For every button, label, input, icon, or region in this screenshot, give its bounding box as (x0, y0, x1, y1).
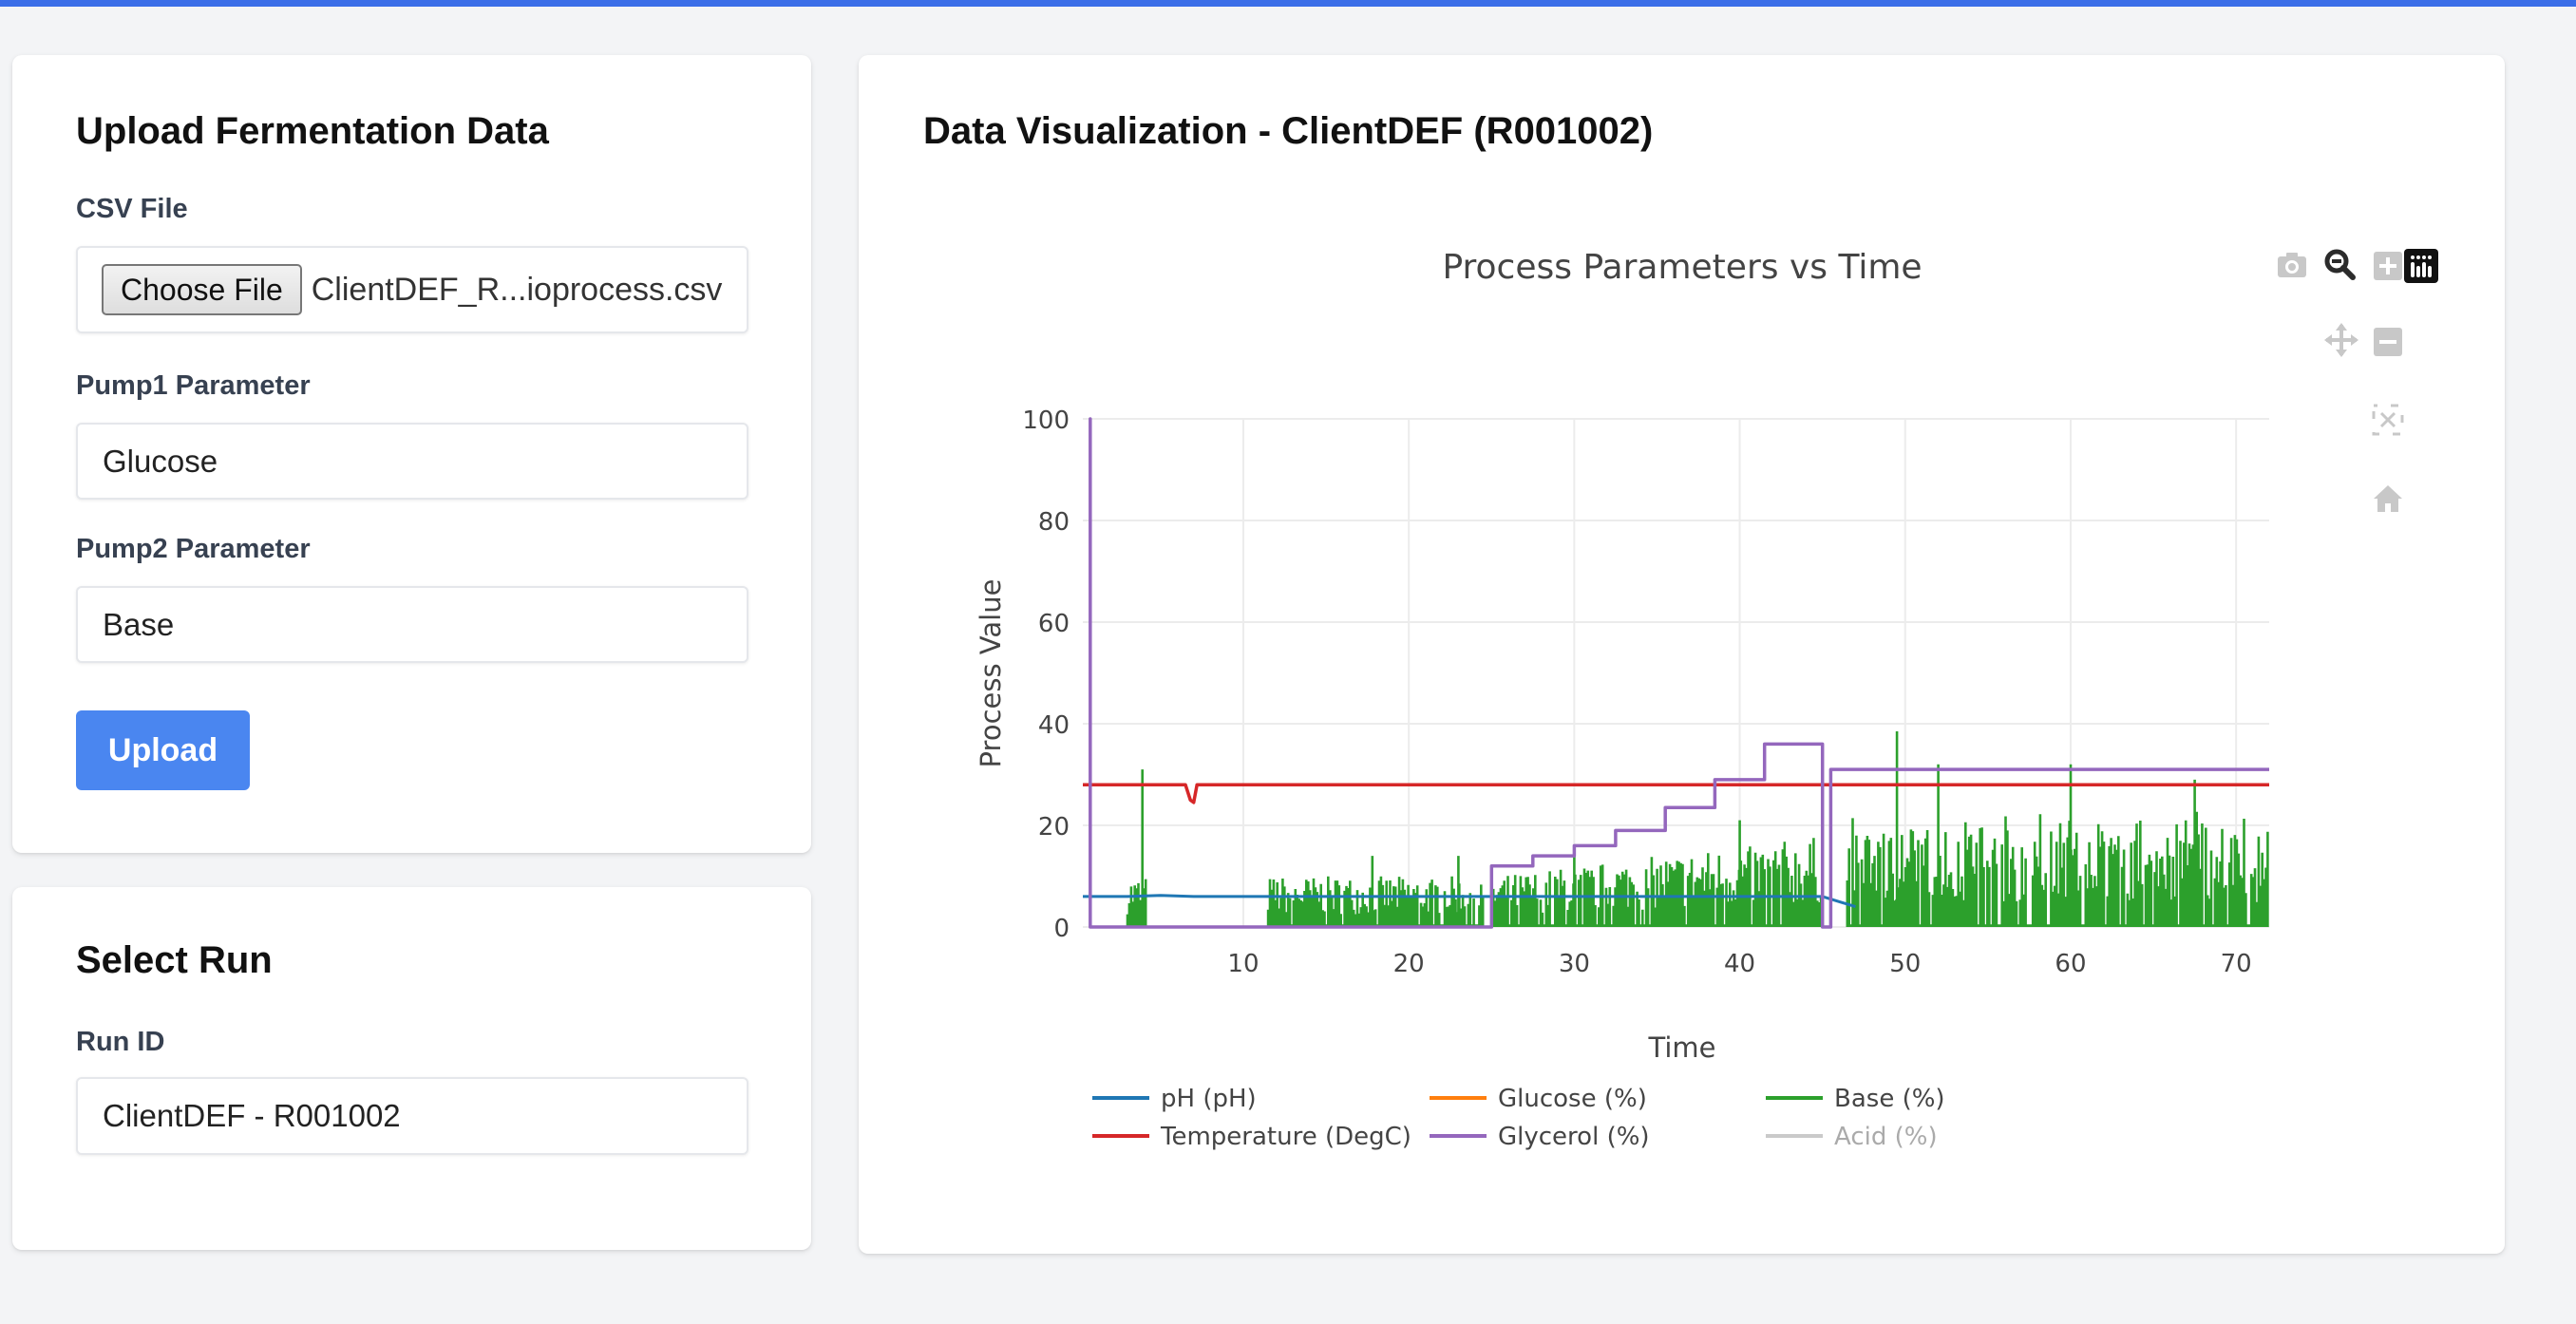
pump1-label: Pump1 Parameter (76, 370, 311, 401)
legend-label: Acid (%) (1834, 1123, 1938, 1151)
legend-label: Glucose (%) (1498, 1085, 1647, 1113)
legend-item[interactable]: pH (pH) (1092, 1085, 1257, 1113)
autoscale-icon[interactable] (2372, 404, 2404, 436)
select-run-card: Select Run Run ID ClientDEF - R001002 (12, 887, 811, 1250)
legend-label: Base (%) (1834, 1085, 1945, 1113)
csv-file-label: CSV File (76, 194, 188, 224)
pump2-input[interactable]: Base (76, 586, 748, 663)
pump2-label: Pump2 Parameter (76, 534, 311, 564)
chart-title: Process Parameters vs Time (1442, 248, 1922, 287)
legend-item[interactable]: Acid (%) (1766, 1123, 1938, 1151)
x-axis-ticks: 10 20 30 40 50 60 70 (1227, 950, 2251, 978)
legend-label: Temperature (DegC) (1160, 1123, 1411, 1151)
upload-card-title: Upload Fermentation Data (76, 110, 549, 152)
x-tick-label: 60 (2055, 950, 2086, 978)
selected-file-name: ClientDEF_R...ioprocess.csv (311, 271, 723, 308)
upload-card: Upload Fermentation Data CSV File Choose… (12, 55, 811, 853)
visualization-title: Data Visualization - ClientDEF (R001002) (923, 110, 1654, 152)
legend-label: pH (pH) (1161, 1085, 1257, 1113)
series-glycerol (1089, 417, 2269, 929)
top-accent-bar (0, 0, 2576, 7)
legend-label: Glycerol (%) (1498, 1123, 1650, 1151)
y-tick-label: 40 (1038, 711, 1070, 740)
chart-gridlines (1083, 418, 2269, 928)
process-chart[interactable]: Process Parameters vs Time 020406080100 … (859, 203, 2505, 1210)
series-temperature (1083, 783, 2269, 804)
run-id-label: Run ID (76, 1027, 165, 1057)
x-tick-label: 70 (2221, 950, 2252, 978)
reset-axes-icon[interactable] (2374, 485, 2402, 512)
y-tick-label: 100 (1022, 407, 1070, 435)
plot-area (1083, 417, 2269, 929)
legend-item[interactable]: Temperature (DegC) (1092, 1123, 1411, 1151)
y-tick-label: 80 (1038, 508, 1070, 537)
zoom-icon[interactable] (2324, 249, 2356, 280)
x-tick-label: 30 (1559, 950, 1590, 978)
x-tick-label: 50 (1889, 950, 1921, 978)
pan-icon[interactable] (2324, 323, 2358, 357)
csv-file-input[interactable]: Choose File ClientDEF_R...ioprocess.csv (76, 246, 748, 333)
y-tick-label: 0 (1053, 915, 1070, 943)
legend-item[interactable]: Glycerol (%) (1430, 1123, 1650, 1151)
choose-file-button[interactable]: Choose File (102, 264, 302, 315)
select-run-title: Select Run (76, 939, 273, 981)
y-tick-label: 20 (1038, 813, 1070, 842)
x-axis-title: Time (1648, 1031, 1716, 1064)
zoom-in-icon[interactable] (2374, 252, 2402, 280)
modebar (2278, 249, 2438, 512)
x-tick-label: 20 (1393, 950, 1425, 978)
y-axis-ticks: 0 20 40 60 80 100 (1022, 407, 1070, 943)
pump1-input[interactable]: Glucose (76, 423, 748, 500)
zoom-out-icon[interactable] (2374, 328, 2402, 356)
chart-legend: pH (pH) Glucose (%) Base (%) Temperature (D… (1092, 1085, 1945, 1151)
legend-item[interactable]: Base (%) (1766, 1085, 1945, 1113)
x-tick-label: 10 (1227, 950, 1259, 978)
camera-icon[interactable] (2278, 253, 2306, 277)
plotly-logo-icon[interactable] (2404, 249, 2438, 283)
y-axis-title: Process Value (975, 579, 1007, 768)
x-tick-label: 40 (1724, 950, 1755, 978)
upload-button[interactable]: Upload (76, 710, 250, 790)
run-id-select[interactable]: ClientDEF - R001002 (76, 1077, 748, 1155)
y-tick-label: 60 (1038, 610, 1070, 638)
legend-item[interactable]: Glucose (%) (1430, 1085, 1647, 1113)
